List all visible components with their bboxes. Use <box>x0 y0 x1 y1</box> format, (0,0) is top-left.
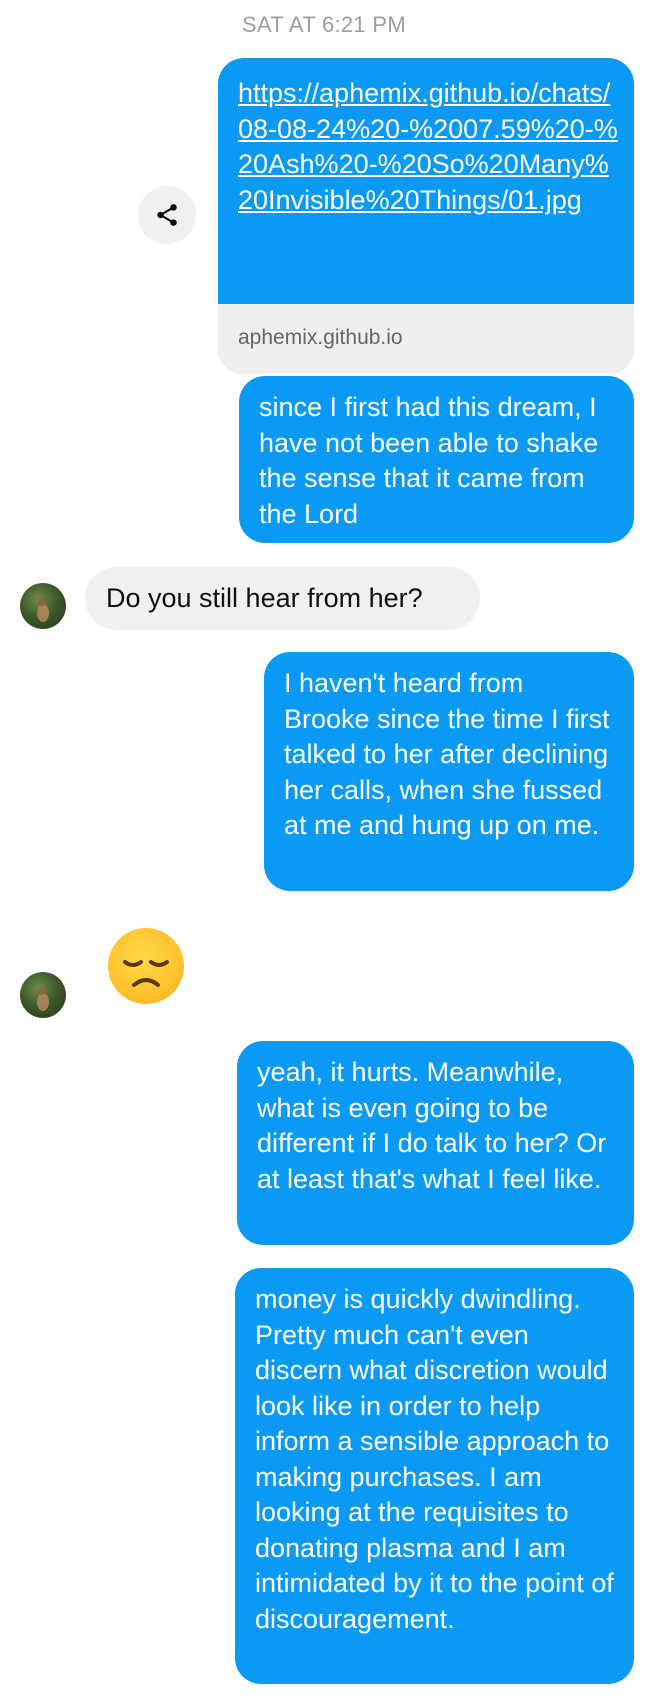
share-icon <box>157 204 177 226</box>
message-bubble-incoming[interactable]: Do you still hear from her? <box>85 567 480 630</box>
timestamp: SAT AT 6:21 PM <box>242 12 406 37</box>
message-bubble-outgoing[interactable]: yeah, it hurts. Meanwhile, what is even … <box>237 1041 634 1245</box>
avatar-image <box>37 598 49 622</box>
message-bubble-outgoing[interactable]: money is quickly dwindling. Pretty much … <box>235 1268 634 1684</box>
message-text: money is quickly dwindling. Pretty much … <box>255 1284 614 1634</box>
message-text: Do you still hear from her? <box>106 583 423 613</box>
avatar-image <box>37 987 49 1011</box>
contact-avatar[interactable] <box>20 972 66 1018</box>
message-text: since I first had this dream, I have not… <box>259 392 599 529</box>
disappointed-face-icon <box>123 960 169 987</box>
link-domain: aphemix.github.io <box>238 326 403 349</box>
link-url[interactable]: https://aphemix.github.io/chats/08-08-24… <box>238 76 623 218</box>
message-bubble-outgoing[interactable]: I haven't heard from Brooke since the ti… <box>264 652 634 891</box>
share-button[interactable] <box>138 186 196 244</box>
contact-avatar[interactable] <box>20 583 66 629</box>
message-text: yeah, it hurts. Meanwhile, what is even … <box>257 1057 607 1194</box>
message-bubble-outgoing[interactable]: since I first had this dream, I have not… <box>239 376 634 543</box>
message-text: I haven't heard from Brooke since the ti… <box>284 668 610 840</box>
link-preview-footer[interactable]: aphemix.github.io <box>218 304 634 374</box>
link-preview-card[interactable]: https://aphemix.github.io/chats/08-08-24… <box>218 58 634 374</box>
disappointed-face-emoji <box>108 928 184 1004</box>
